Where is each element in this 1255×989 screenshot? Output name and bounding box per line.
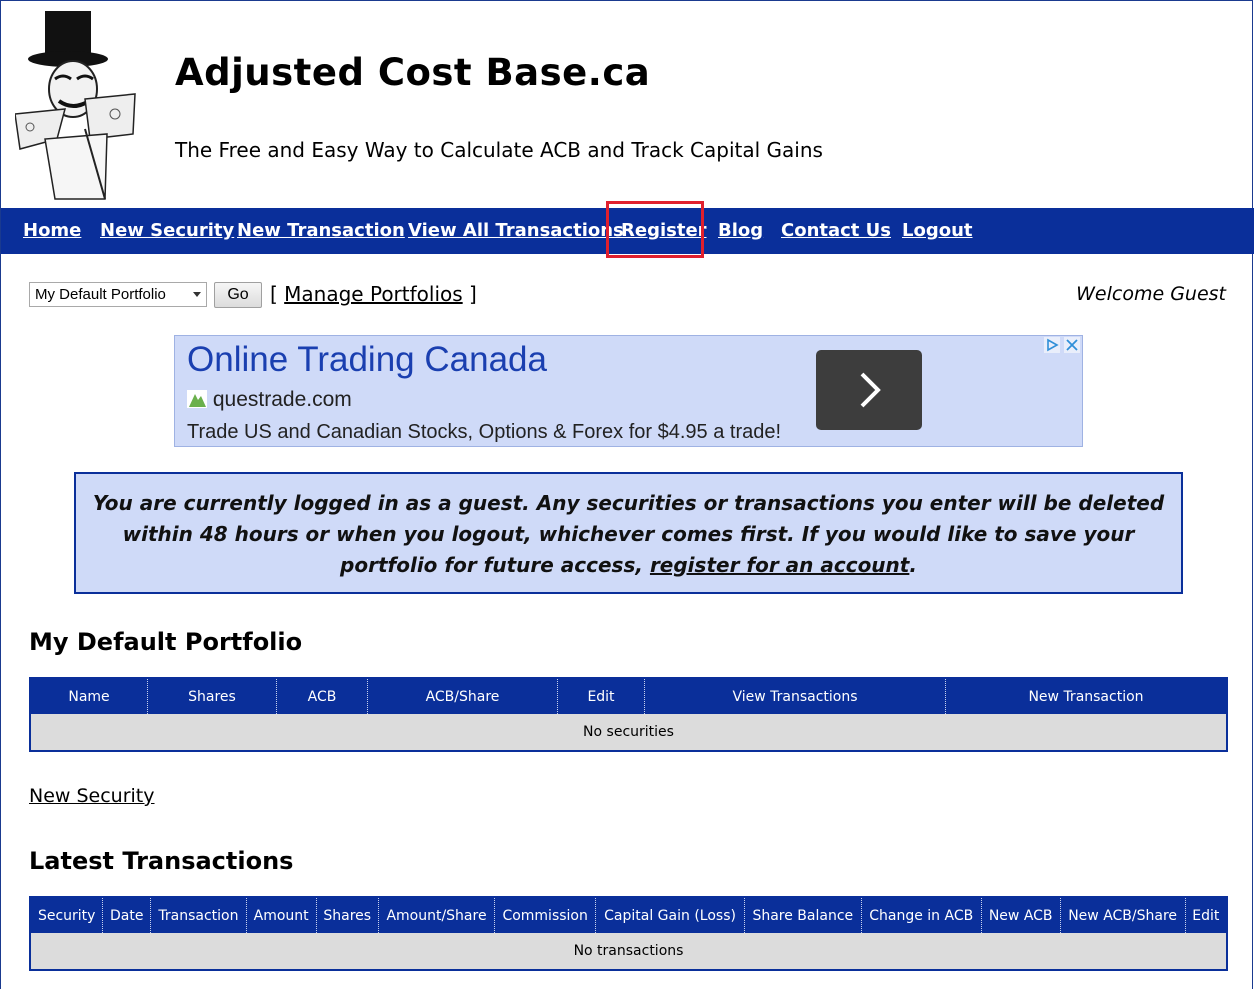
col-tx-edit[interactable]: Edit [1184, 897, 1227, 933]
page: Adjusted Cost Base.ca The Free and Easy … [0, 0, 1254, 989]
col-share-balance[interactable]: Share Balance [743, 897, 862, 933]
chevron-down-icon [193, 292, 201, 297]
adchoices-icon[interactable] [1044, 337, 1060, 353]
portfolio-select-value: My Default Portfolio [35, 286, 166, 303]
col-shares[interactable]: Shares [147, 678, 277, 714]
ad-domain[interactable]: questrade.com [187, 388, 352, 412]
guest-notice-end: . [909, 553, 917, 577]
securities-table: Name Shares ACB ACB/Share Edit View Tran… [29, 677, 1228, 752]
col-security[interactable]: Security [30, 897, 103, 933]
ad-domain-text: questrade.com [212, 388, 352, 411]
manage-portfolios-link[interactable]: Manage Portfolios [284, 282, 463, 306]
col-date[interactable]: Date [102, 897, 151, 933]
col-name[interactable]: Name [30, 678, 148, 714]
logo-caricature-icon [15, 11, 136, 200]
col-acb[interactable]: ACB [276, 678, 368, 714]
col-commission[interactable]: Commission [494, 897, 596, 933]
nav-view-all-transactions[interactable]: View All Transactions [408, 220, 624, 241]
col-amount[interactable]: Amount [245, 897, 317, 933]
guest-notice-text: You are currently logged in as a guest. … [92, 491, 1165, 577]
col-change-in-acb[interactable]: Change in ACB [860, 897, 982, 933]
ad-title[interactable]: Online Trading Canada [187, 340, 547, 380]
site-title: Adjusted Cost Base.ca [175, 51, 651, 94]
col-new-acb[interactable]: New ACB [980, 897, 1061, 933]
close-icon[interactable] [1064, 337, 1080, 353]
go-button[interactable]: Go [214, 282, 262, 308]
transactions-table: Security Date Transaction Amount Shares … [29, 896, 1228, 971]
nav-new-security[interactable]: New Security [100, 220, 234, 241]
portfolio-select[interactable]: My Default Portfolio [29, 282, 207, 307]
chevron-right-icon [860, 372, 881, 408]
empty-transactions-row: No transactions [30, 933, 1227, 970]
nav-logout[interactable]: Logout [902, 220, 973, 241]
col-edit[interactable]: Edit [557, 678, 645, 714]
col-capital-gain[interactable]: Capital Gain (Loss) [595, 897, 745, 933]
welcome-message: Welcome Guest [1076, 283, 1226, 305]
col-new-transaction[interactable]: New Transaction [945, 678, 1227, 714]
nav-home[interactable]: Home [23, 220, 81, 241]
bracket-open: [ [270, 282, 278, 306]
nav-contact-us[interactable]: Contact Us [781, 220, 891, 241]
advertisement[interactable]: Online Trading Canada questrade.com Trad… [174, 335, 1083, 447]
register-highlight-box [606, 201, 704, 258]
portfolio-title: My Default Portfolio [29, 628, 303, 656]
ad-open-button[interactable] [816, 350, 922, 430]
col-acb-share[interactable]: ACB/Share [367, 678, 558, 714]
guest-notice: You are currently logged in as a guest. … [74, 472, 1183, 594]
new-security-link[interactable]: New Security [29, 785, 155, 807]
ad-description: Trade US and Canadian Stocks, Options & … [187, 421, 782, 443]
col-tx-shares[interactable]: Shares [315, 897, 379, 933]
col-new-acb-share[interactable]: New ACB/Share [1059, 897, 1186, 933]
questrade-logo-icon [187, 390, 207, 408]
nav-blog[interactable]: Blog [718, 220, 763, 241]
col-amount-share[interactable]: Amount/Share [377, 897, 495, 933]
nav-new-transaction[interactable]: New Transaction [237, 220, 405, 241]
empty-securities-row: No securities [30, 714, 1227, 751]
site-tagline: The Free and Easy Way to Calculate ACB a… [175, 138, 823, 162]
manage-portfolios: [ Manage Portfolios ] [270, 282, 477, 306]
bracket-close: ] [469, 282, 477, 306]
col-view-transactions[interactable]: View Transactions [644, 678, 946, 714]
register-account-link[interactable]: register for an account [650, 553, 909, 577]
latest-transactions-title: Latest Transactions [29, 847, 294, 875]
col-transaction[interactable]: Transaction [150, 897, 247, 933]
